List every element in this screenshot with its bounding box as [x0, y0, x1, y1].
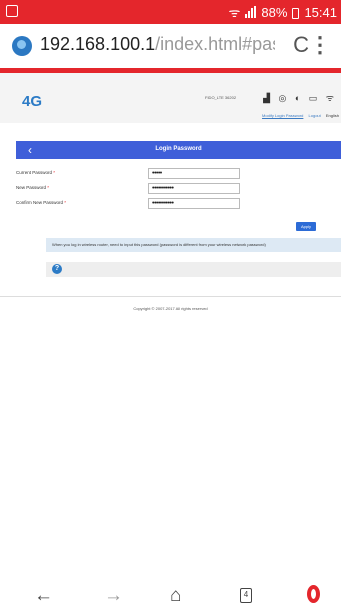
help-bar: ? — [46, 262, 341, 277]
browser-address-bar[interactable]: 192.168.100.1/index.html#passwo C ⋮ — [0, 24, 341, 73]
page-title: Login Password — [155, 146, 202, 152]
clock: 15:41 — [304, 4, 337, 20]
status-indicators: ᯤ 88% 15:41 — [229, 3, 337, 21]
page-title-bar: ‹ Login Password — [16, 141, 341, 159]
confirm-password-input[interactable]: ••••••••••• — [148, 198, 240, 209]
modify-password-link[interactable]: Modify Login Password — [262, 113, 303, 118]
new-password-row: New Password * ••••••••••• — [16, 183, 316, 195]
router-status-icons: ▟ ◎ ◐ ▭ ᯤ — [263, 93, 337, 103]
reload-icon[interactable]: C — [293, 32, 309, 58]
battery-percent: 88% — [261, 4, 288, 20]
confirm-password-row: Confirm New Password * ••••••••••• — [16, 198, 316, 210]
divider — [0, 296, 341, 297]
status-bar: ᯤ 88% 15:41 — [0, 0, 341, 24]
copyright: Copyright © 2007-2017 All rights reserve… — [133, 306, 208, 311]
help-icon[interactable]: ? — [52, 264, 62, 274]
opera-menu-icon[interactable] — [307, 585, 320, 603]
header-links: Modify Login Password Logout English — [258, 113, 339, 118]
url-host: 192.168.100.1 — [40, 34, 156, 54]
new-password-label: New Password * — [16, 185, 50, 190]
network-name: FIDO_LTE 36202 — [205, 95, 237, 100]
confirm-password-label: Confirm New Password * — [16, 200, 67, 205]
current-password-input[interactable]: ••••• — [148, 168, 240, 179]
notification-icon — [6, 5, 18, 17]
back-arrow-icon[interactable]: ← — [34, 585, 53, 607]
battery-icon — [292, 7, 300, 19]
forward-arrow-icon[interactable]: → — [104, 585, 123, 607]
info-box: When you log in wireless router, need to… — [46, 238, 341, 252]
tabs-icon[interactable]: 4 — [240, 588, 252, 603]
menu-icon[interactable]: ⋮ — [309, 32, 331, 58]
current-password-label: Current Password * — [16, 170, 56, 175]
browser-nav-bar: ← → ⌂ 4 — [0, 583, 341, 608]
router-logo: 4G — [22, 93, 43, 110]
logout-link[interactable]: Logout — [309, 113, 321, 118]
current-password-row: Current Password * ••••• — [16, 168, 316, 180]
language-link[interactable]: English — [326, 113, 339, 118]
new-password-input[interactable]: ••••••••••• — [148, 183, 240, 194]
site-icon[interactable] — [12, 36, 32, 56]
router-page: 4G FIDO_LTE 36202 ▟ ◎ ◐ ▭ ᯤ Modify Login… — [0, 73, 341, 583]
url-field[interactable]: 192.168.100.1/index.html#passwo — [40, 34, 275, 55]
signal-icon — [245, 6, 257, 18]
apply-button[interactable]: Apply — [296, 222, 316, 231]
url-path: /index.html#passwo — [155, 34, 275, 54]
home-icon[interactable]: ⌂ — [170, 585, 181, 607]
router-header: 4G FIDO_LTE 36202 ▟ ◎ ◐ ▭ ᯤ Modify Login… — [0, 73, 341, 123]
wifi-icon: ᯤ — [228, 5, 241, 20]
